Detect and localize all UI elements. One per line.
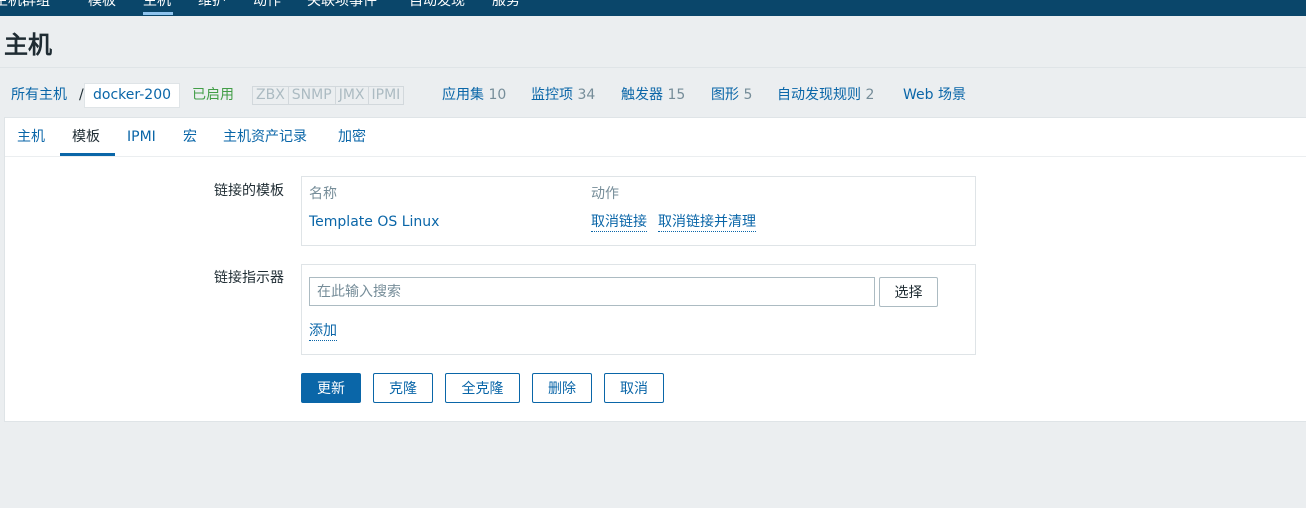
availability-ipmi: IPMI (371, 87, 401, 103)
breadcrumb-all-hosts[interactable]: 所有主机 (11, 86, 67, 104)
availability-jmx: JMX (336, 87, 369, 104)
topnav-item-hosts[interactable]: 主机 (143, 0, 171, 11)
template-search-input[interactable] (309, 277, 875, 306)
host-link-triggers[interactable]: 触发器 15 (621, 86, 685, 104)
topnav-item-templates[interactable]: 模板 (88, 0, 116, 11)
host-link-graphs[interactable]: 图形 5 (711, 86, 752, 104)
topnav-item-services[interactable]: 服务 (492, 0, 520, 11)
topnav-item-actions[interactable]: 动作 (253, 0, 281, 11)
host-nav: 所有主机 / docker-200 已启用 ZBX SNMP JMX IPMI … (0, 80, 1306, 110)
linked-templates-label: 链接的模板 (214, 183, 284, 199)
template-link[interactable]: Template OS Linux (309, 213, 439, 231)
active-tab-indicator (60, 153, 115, 156)
link-indicator-label: 链接指示器 (214, 270, 284, 286)
link-indicator-box: 选择 添加 (301, 264, 976, 355)
tab-inventory[interactable]: 主机资产记录 (223, 128, 307, 146)
availability-badges: ZBX SNMP JMX IPMI (252, 86, 405, 105)
column-header-name: 名称 (309, 186, 337, 202)
tab-templates[interactable]: 模板 (72, 128, 100, 146)
host-link-count: 15 (667, 87, 686, 103)
add-link[interactable]: 添加 (309, 322, 337, 341)
full-clone-button[interactable]: 全克隆 (445, 373, 520, 403)
host-link-label: 监控项 (531, 87, 573, 103)
host-status-enabled[interactable]: 已启用 (192, 86, 234, 104)
tab-host[interactable]: 主机 (17, 128, 45, 146)
host-link-applications[interactable]: 应用集 10 (442, 86, 506, 104)
topnav-active-indicator (143, 12, 173, 15)
breadcrumb-separator: / (79, 87, 84, 103)
host-link-label: 应用集 (442, 87, 484, 103)
availability-zbx: ZBX (253, 87, 289, 104)
title-divider (0, 67, 1306, 68)
host-link-label: 自动发现规则 (777, 87, 861, 103)
tab-ipmi[interactable]: IPMI (127, 128, 156, 146)
update-button[interactable]: 更新 (301, 373, 361, 403)
linked-templates-table: 名称 动作 Template OS Linux 取消链接 取消链接并清理 (301, 176, 976, 246)
column-header-action: 动作 (591, 186, 619, 202)
form-panel: 主机 模板 IPMI 宏 主机资产记录 加密 链接的模板 名称 动作 Templ… (4, 117, 1306, 422)
host-link-label: 图形 (711, 87, 739, 103)
topnav-item-maintenance[interactable]: 维护 (198, 0, 226, 11)
delete-button[interactable]: 删除 (532, 373, 592, 403)
clone-button[interactable]: 克隆 (373, 373, 433, 403)
host-link-count: 10 (488, 87, 507, 103)
topnav-item-hostgroups[interactable]: 主机群组 (0, 0, 50, 11)
unlink-link[interactable]: 取消链接 (591, 213, 647, 232)
unlink-and-clear-link[interactable]: 取消链接并清理 (658, 213, 756, 232)
host-link-count: 34 (577, 87, 596, 103)
breadcrumb-current-host[interactable]: docker-200 (84, 83, 181, 108)
cancel-button[interactable]: 取消 (604, 373, 664, 403)
topnav-item-discovery[interactable]: 自动发现 (409, 0, 465, 11)
host-link-web-scenarios[interactable]: Web 场景 (903, 86, 966, 104)
host-link-count: 5 (743, 87, 753, 103)
tab-bar: 主机 模板 IPMI 宏 主机资产记录 加密 (5, 118, 1306, 157)
host-link-items[interactable]: 监控项 34 (531, 86, 595, 104)
availability-snmp: SNMP (289, 87, 336, 104)
host-link-discovery-rules[interactable]: 自动发现规则 2 (777, 86, 874, 104)
select-button[interactable]: 选择 (879, 277, 938, 307)
page-title: 主机 (4, 31, 52, 59)
host-link-label: 触发器 (621, 87, 663, 103)
tab-encryption[interactable]: 加密 (338, 128, 366, 146)
topnav-item-correlation[interactable]: 关联项事件 (307, 0, 377, 11)
top-nav: 主机群组 模板 主机 维护 动作 关联项事件 自动发现 服务 (0, 0, 1306, 16)
tab-macros[interactable]: 宏 (183, 128, 197, 146)
host-link-count: 2 (865, 87, 875, 103)
